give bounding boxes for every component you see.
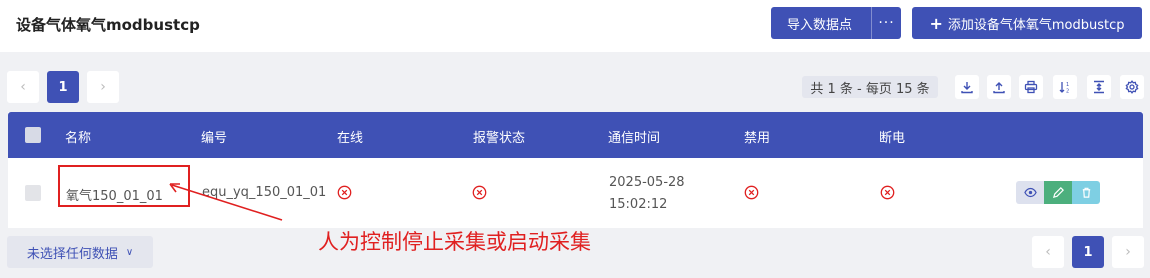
pagination-bottom-prev-button[interactable]: ‹: [1032, 236, 1064, 268]
row-checkbox[interactable]: [25, 185, 41, 201]
annotation-arrow: [169, 183, 283, 221]
column-header-code[interactable]: 编号: [201, 127, 227, 146]
edit-button[interactable]: [1044, 181, 1072, 204]
download-icon[interactable]: [955, 75, 979, 99]
pagination-bottom-next-button[interactable]: ›: [1112, 236, 1144, 268]
pagination-prev-button[interactable]: ‹: [7, 71, 39, 103]
print-icon[interactable]: [1019, 75, 1043, 99]
delete-button[interactable]: [1072, 181, 1100, 204]
text-height-icon[interactable]: [1087, 75, 1111, 99]
page-title: 设备气体氧气modbustcp: [16, 16, 200, 34]
edit-icon: [1052, 187, 1064, 199]
settings-icon[interactable]: [1120, 75, 1144, 99]
column-header-disabled[interactable]: 禁用: [744, 127, 770, 146]
column-header-comm-time[interactable]: 通信时间: [608, 127, 660, 146]
page-header: 设备气体氧气modbustcp 导入数据点 ··· + 添加设备气体氧气modb…: [0, 0, 1150, 52]
disabled-status-x-icon: [744, 185, 759, 200]
bulk-selection-label: 未选择任何数据: [26, 246, 118, 262]
table-header: 名称 编号 在线 报警状态 通信时间 禁用 断电: [8, 112, 1143, 158]
sort-icon[interactable]: 12: [1053, 75, 1077, 99]
cell-comm-date: 2025-05-28: [609, 175, 685, 190]
pagination-bottom-page-1[interactable]: 1: [1072, 236, 1104, 268]
power-off-status-x-icon: [880, 185, 895, 200]
annotation-text: 人为控制停止采集或启动采集: [318, 230, 591, 254]
column-header-name[interactable]: 名称: [65, 127, 91, 146]
pagination-next-button[interactable]: ›: [87, 71, 119, 103]
online-status-x-icon: [337, 185, 352, 200]
svg-text:2: 2: [1066, 89, 1069, 95]
column-header-online[interactable]: 在线: [337, 127, 363, 146]
alarm-status-x-icon: [472, 185, 487, 200]
record-count: 共 1 条 - 每页 15 条: [802, 76, 938, 98]
upload-icon[interactable]: [987, 75, 1011, 99]
import-button-group: 导入数据点 ···: [771, 7, 901, 39]
column-header-power-off[interactable]: 断电: [879, 127, 905, 146]
view-button[interactable]: [1016, 181, 1044, 204]
select-all-checkbox[interactable]: [25, 127, 41, 143]
svg-text:1: 1: [1066, 82, 1069, 88]
view-icon: [1023, 187, 1037, 198]
pagination-page-1[interactable]: 1: [47, 71, 79, 103]
plus-icon: +: [929, 13, 943, 33]
bulk-selection-dropdown[interactable]: 未选择任何数据 ∨: [7, 236, 153, 268]
chevron-down-icon: ∨: [125, 246, 134, 258]
delete-icon: [1082, 187, 1090, 198]
import-data-points-button[interactable]: 导入数据点: [771, 14, 871, 33]
add-device-button[interactable]: + 添加设备气体氧气modbustcp: [912, 7, 1142, 39]
cell-comm-time: 15:02:12: [609, 197, 668, 212]
add-device-label: 添加设备气体氧气modbustcp: [947, 17, 1125, 33]
column-header-alarm[interactable]: 报警状态: [473, 127, 525, 146]
more-options-button[interactable]: ···: [872, 15, 901, 31]
